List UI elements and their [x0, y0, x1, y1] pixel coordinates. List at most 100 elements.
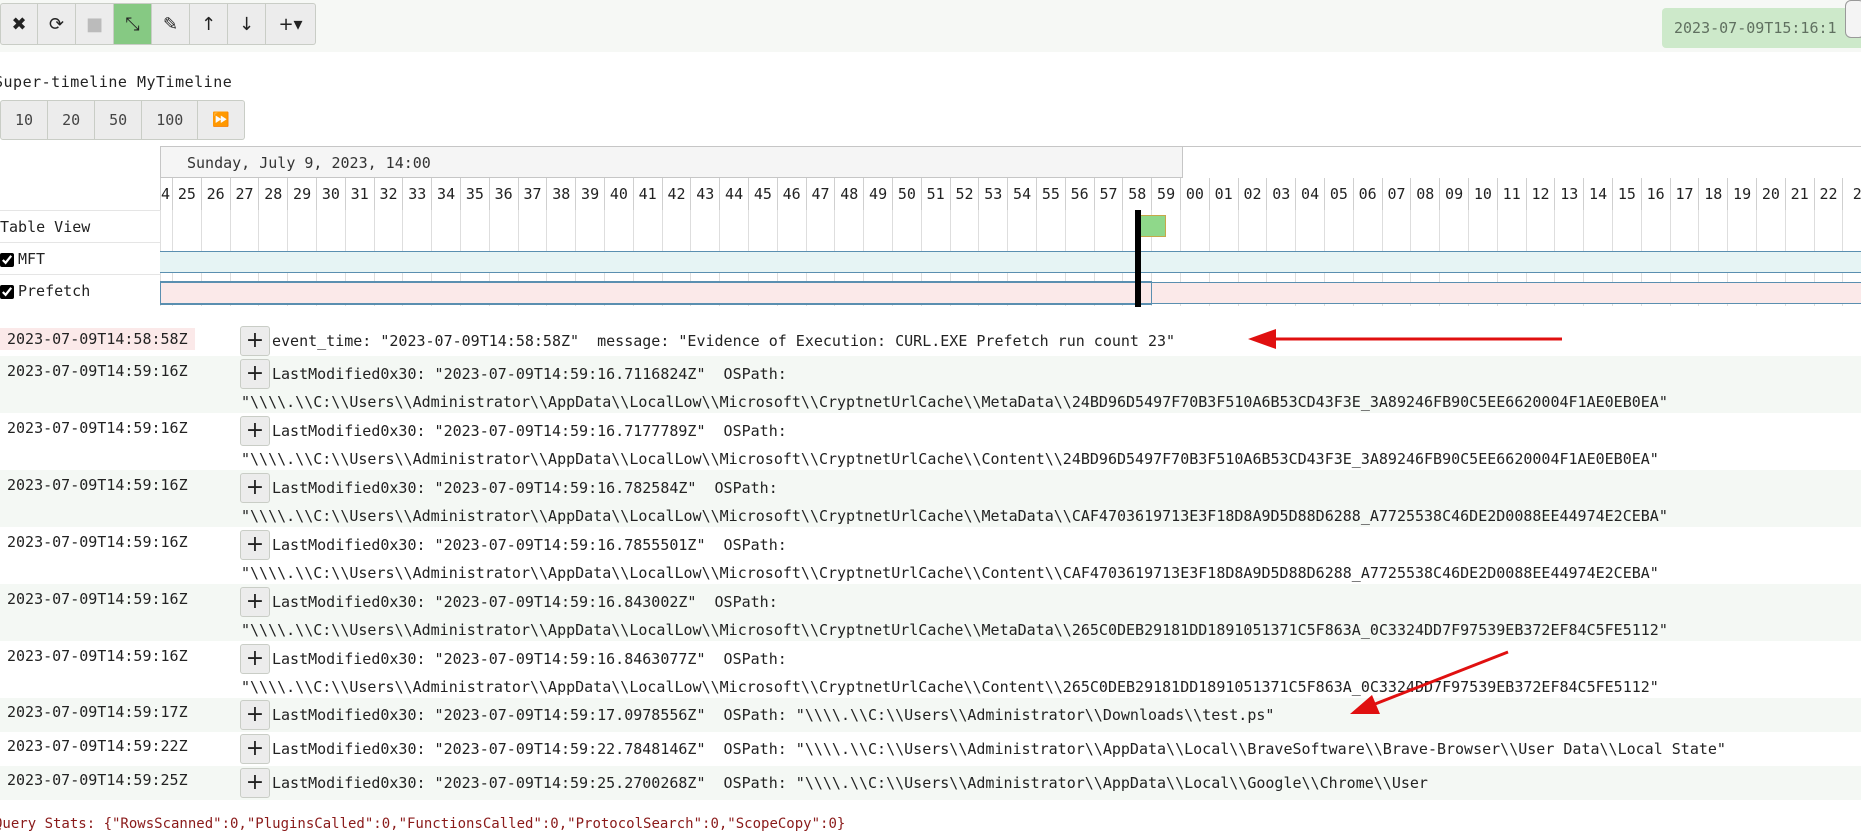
timeline-tick: 13 — [1554, 178, 1583, 210]
fast-forward-icon: ⏩ — [212, 112, 230, 128]
edit-button[interactable]: ✎ — [152, 3, 190, 45]
stop-icon: ■ — [85, 13, 103, 35]
row-timestamp: 2023-07-09T14:59:25Z — [7, 771, 188, 789]
row-text: LastModified0x30: "2023-07-09T14:59:17.0… — [272, 706, 1275, 724]
timeline-tick: 11 — [1496, 178, 1526, 210]
expand-button[interactable]: + — [240, 734, 270, 764]
expand-button[interactable]: + — [240, 326, 270, 356]
mft-label: MFT — [18, 250, 46, 268]
timeline-tick: 08 — [1410, 178, 1439, 210]
prefetch-range-box — [160, 281, 1152, 305]
timeline-tick: 52 — [949, 178, 979, 210]
timeline-panel: Sunday, July 9, 2023, 14:00 4 25 26 27 28 29 3… — [0, 146, 1861, 316]
row-text: event_time: "2023-07-09T14:58:58Z" messa… — [272, 332, 1176, 350]
timeline-tick: 38 — [546, 178, 575, 210]
table-row: 2023-07-09T14:59:16Z + LastModified0x30:… — [0, 470, 1861, 527]
expand-button[interactable]: + — [240, 587, 270, 617]
timeline-tick: 28 — [258, 178, 287, 210]
compress-button[interactable]: ⤡ — [114, 3, 152, 45]
row-text-path: "\\\\.\\C:\\Users\\Administrator\\AppDat… — [241, 450, 1659, 468]
timeline-tick: 51 — [920, 178, 950, 210]
row-timestamp: 2023-07-09T14:59:16Z — [7, 476, 188, 494]
timeline-tick: 16 — [1640, 178, 1670, 210]
row-text: LastModified0x30: "2023-07-09T14:59:22.7… — [272, 740, 1726, 758]
timeline-tick: 57 — [1093, 178, 1123, 210]
timeline-tick: 41 — [632, 178, 662, 210]
time-badge[interactable]: 2023-07-09T15:16:1 — [1662, 8, 1861, 48]
timeline-tick: 40 — [604, 178, 633, 210]
timeline-tick: 19 — [1727, 178, 1756, 210]
timeline-tick: 54 — [1007, 178, 1036, 210]
close-square-icon: ✖ — [11, 13, 27, 35]
timeline-tick: 04 — [1295, 178, 1324, 210]
row-text: LastModified0x30: "2023-07-09T14:59:16.7… — [272, 422, 787, 440]
row-timestamp: 2023-07-09T14:59:16Z — [7, 590, 188, 608]
timeline-tick: 03 — [1266, 178, 1295, 210]
mft-checkbox[interactable] — [0, 252, 14, 267]
add-dropdown-button[interactable]: +▾ — [266, 3, 316, 45]
timeline-tick: 34 — [431, 178, 460, 210]
timeline-tick: 4 — [160, 178, 172, 210]
table-row: 2023-07-09T14:59:16Z + LastModified0x30:… — [0, 527, 1861, 584]
table-view-marker[interactable] — [1137, 215, 1166, 237]
table-row: 2023-07-09T14:59:22Z + LastModified0x30:… — [0, 732, 1861, 766]
timeline-tick: 01 — [1208, 178, 1238, 210]
timeline-tick: 36 — [488, 178, 518, 210]
row-timestamp: 2023-07-09T14:59:16Z — [7, 419, 188, 437]
page-size-50-button[interactable]: 50 — [95, 100, 143, 140]
page-size-100-button[interactable]: 100 — [142, 100, 199, 140]
timeline-tick: 44 — [719, 178, 748, 210]
timeline-date-header: Sunday, July 9, 2023, 14:00 — [160, 146, 1183, 178]
timeline-tick: 59 — [1151, 178, 1180, 210]
timeline-grid[interactable] — [160, 210, 1861, 307]
table-row: 2023-07-09T14:59:16Z + LastModified0x30:… — [0, 641, 1861, 698]
query-stats: Query Stats: {"RowsScanned":0,"PluginsCa… — [0, 816, 846, 832]
row-text: LastModified0x30: "2023-07-09T14:59:16.7… — [272, 479, 778, 497]
page-size-20-button[interactable]: 20 — [48, 100, 96, 140]
prefetch-checkbox[interactable] — [0, 284, 14, 299]
row-label-prefetch: Prefetch — [0, 274, 160, 306]
expand-button[interactable]: + — [240, 473, 270, 503]
timeline-tick: 46 — [776, 178, 806, 210]
add-dropdown-icon: +▾ — [278, 13, 303, 35]
timeline-tick: 29 — [287, 178, 316, 210]
row-text-path: "\\\\.\\C:\\Users\\Administrator\\AppDat… — [241, 621, 1668, 639]
timeline-tick: 17 — [1669, 178, 1699, 210]
corner-button[interactable] — [1845, 0, 1861, 38]
refresh-icon: ⟳ — [48, 13, 65, 35]
timeline-tick: 56 — [1064, 178, 1094, 210]
expand-button[interactable]: + — [240, 359, 270, 389]
move-up-button[interactable]: ↑ — [190, 3, 228, 45]
arrow-down-icon: ↓ — [238, 13, 255, 35]
expand-button[interactable]: + — [240, 768, 270, 798]
row-timestamp: 2023-07-09T14:59:17Z — [7, 703, 188, 721]
timeline-title: Super-timeline MyTimeline — [0, 73, 233, 91]
row-text: LastModified0x30: "2023-07-09T14:59:16.7… — [272, 536, 787, 554]
expand-button[interactable]: + — [240, 530, 270, 560]
timeline-cursor[interactable] — [1135, 210, 1141, 307]
expand-button[interactable]: + — [240, 416, 270, 446]
close-button[interactable]: ✖ — [0, 3, 38, 45]
timeline-tick: 14 — [1583, 178, 1612, 210]
timeline-tick: 06 — [1352, 178, 1382, 210]
timeline-tick: 35 — [460, 178, 489, 210]
timeline-tick: 33 — [402, 178, 431, 210]
stop-button[interactable]: ■ — [76, 3, 114, 45]
expand-button[interactable]: + — [240, 700, 270, 730]
timeline-tick: 10 — [1468, 178, 1497, 210]
expand-button[interactable]: + — [240, 644, 270, 674]
pencil-icon: ✎ — [162, 13, 179, 35]
timeline-tick: 53 — [978, 178, 1007, 210]
row-text: LastModified0x30: "2023-07-09T14:59:16.8… — [272, 593, 778, 611]
row-text: LastModified0x30: "2023-07-09T14:59:16.8… — [272, 650, 787, 668]
prefetch-label: Prefetch — [18, 282, 91, 300]
timeline-tick: 12 — [1525, 178, 1555, 210]
page-size-10-button[interactable]: 10 — [0, 100, 49, 140]
row-label-table-view[interactable]: Table View — [0, 210, 160, 242]
timeline-tick: 39 — [575, 178, 604, 210]
move-down-button[interactable]: ↓ — [228, 3, 266, 45]
refresh-button[interactable]: ⟳ — [38, 3, 76, 45]
fast-forward-button[interactable]: ⏩ — [198, 100, 245, 140]
timeline-tick: 09 — [1439, 178, 1468, 210]
row-timestamp: 2023-07-09T14:59:16Z — [7, 533, 188, 551]
